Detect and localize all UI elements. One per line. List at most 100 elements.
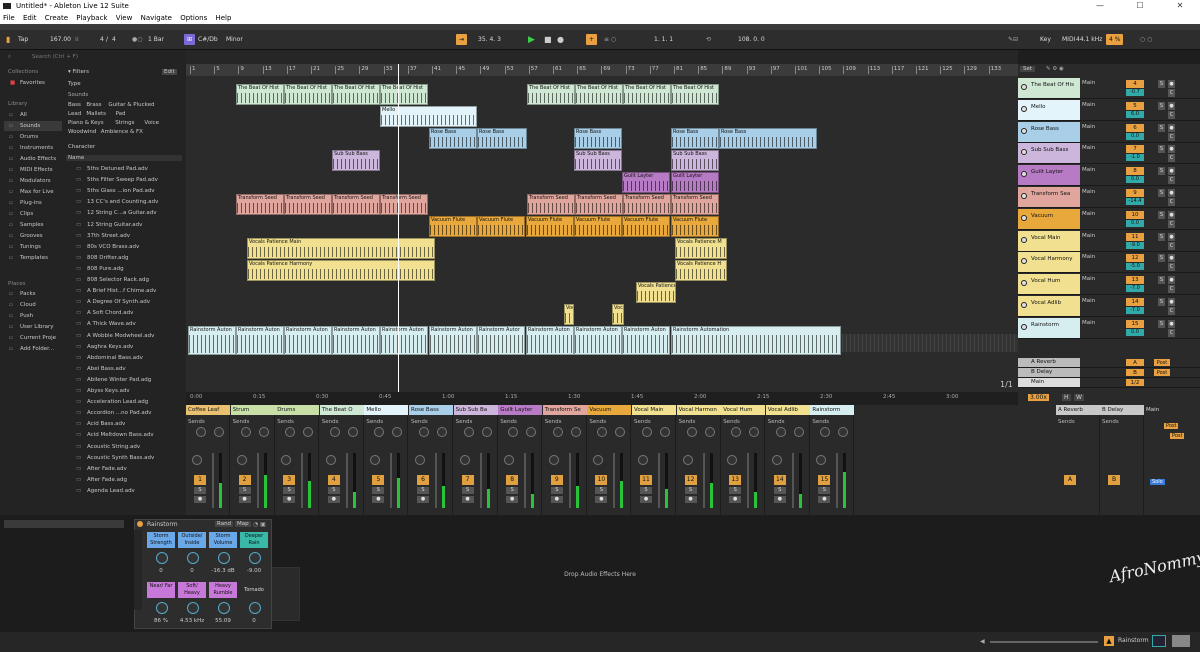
library-item-modulators[interactable]: Modulators bbox=[20, 178, 51, 184]
send-a-knob[interactable] bbox=[196, 427, 206, 437]
place-item[interactable]: Cloud bbox=[20, 302, 36, 308]
send-a-knob[interactable] bbox=[285, 427, 296, 437]
track-output-select[interactable]: Main bbox=[1082, 320, 1095, 326]
volume-fader[interactable] bbox=[390, 453, 393, 508]
quantization-select[interactable]: 1 Bar bbox=[148, 34, 164, 46]
library-item-midi-effects[interactable]: MIDI Effects bbox=[20, 167, 53, 173]
track-output-select[interactable]: Main bbox=[1082, 276, 1095, 282]
sound-tag[interactable]: Pad bbox=[116, 111, 126, 117]
return-a-name[interactable]: A Reverb bbox=[1056, 405, 1100, 415]
return-name[interactable]: A Reverb bbox=[1018, 358, 1080, 367]
solo-toggle[interactable]: S bbox=[506, 487, 519, 494]
sidebar-toggle-icon[interactable]: ▮ bbox=[6, 34, 10, 46]
macro-knob[interactable] bbox=[218, 602, 230, 614]
loop-icon[interactable]: ⟲ bbox=[706, 34, 711, 46]
track-name[interactable]: Vocal Adlib bbox=[1018, 296, 1080, 316]
arrangement-clip[interactable]: Rose Bass bbox=[719, 128, 817, 149]
channel-name[interactable]: Vocal Harmon bbox=[676, 405, 721, 415]
track-activator[interactable]: 12 bbox=[1126, 254, 1144, 263]
arm-toggle[interactable]: ● bbox=[684, 496, 697, 503]
browser-file-item[interactable]: Acid Meltdown Bass.adv bbox=[87, 432, 154, 438]
cue-toggle[interactable]: C bbox=[1168, 219, 1175, 228]
macro-knob[interactable] bbox=[249, 602, 261, 614]
track-volume[interactable]: 0.0 bbox=[1126, 132, 1144, 140]
return-activator[interactable]: B bbox=[1126, 369, 1144, 376]
library-item-instruments[interactable]: Instruments bbox=[20, 145, 53, 151]
browser-file-item[interactable]: Accordion ...no Pad.adv bbox=[87, 410, 152, 416]
track-activator[interactable]: 1 bbox=[194, 475, 206, 485]
track-activator[interactable]: 4 bbox=[327, 475, 340, 485]
browser-file-item[interactable]: Acoustic String.adv bbox=[87, 444, 140, 450]
place-item[interactable]: Push bbox=[20, 313, 33, 319]
track-output-select[interactable]: Main bbox=[1082, 298, 1095, 304]
track-activator[interactable]: 13 bbox=[729, 475, 742, 485]
menu-edit[interactable]: Edit bbox=[23, 14, 37, 22]
browser-file-item[interactable]: A Soft Chord.adv bbox=[87, 310, 133, 316]
sound-tag[interactable]: Woodwind bbox=[68, 129, 96, 135]
track-volume[interactable]: 0.0 bbox=[1126, 176, 1144, 184]
volume-fader[interactable] bbox=[568, 453, 571, 508]
arm-toggle[interactable]: ● bbox=[1168, 123, 1175, 132]
return-name[interactable]: B Delay bbox=[1018, 368, 1080, 377]
fit-height-button[interactable]: H bbox=[1062, 394, 1071, 401]
sound-tag[interactable]: Mallets bbox=[86, 111, 106, 117]
sound-tag[interactable]: Guitar & Plucked bbox=[108, 102, 154, 108]
volume-fader[interactable] bbox=[524, 453, 527, 508]
browser-file-item[interactable]: A Degree Of Synth.adv bbox=[87, 299, 150, 305]
track-fold-icon[interactable] bbox=[1021, 127, 1027, 134]
track-name[interactable]: Transform Sea bbox=[1018, 187, 1080, 207]
browser-file-item[interactable]: 80s VCO Brass.adv bbox=[87, 244, 139, 250]
library-item-tunings[interactable]: Tunings bbox=[20, 244, 41, 250]
tempo-field[interactable]: 167.00 bbox=[50, 34, 71, 46]
arrangement-clip[interactable]: Rainstorm Auton bbox=[332, 326, 380, 355]
solo-toggle[interactable]: S bbox=[595, 487, 608, 494]
volume-fader[interactable] bbox=[301, 453, 304, 508]
arm-toggle[interactable]: ● bbox=[1168, 210, 1175, 219]
track-activator[interactable]: 9 bbox=[550, 475, 563, 485]
track-activator[interactable]: 14 bbox=[1126, 298, 1144, 306]
track-output-select[interactable]: Main bbox=[1082, 233, 1095, 239]
track-fold-icon[interactable] bbox=[1021, 193, 1027, 199]
browser-file-item[interactable]: 37th Street.adv bbox=[87, 233, 130, 239]
pan-knob[interactable] bbox=[771, 455, 782, 465]
track-activator[interactable]: 7 bbox=[1126, 145, 1144, 154]
solo-toggle[interactable]: S bbox=[773, 487, 786, 494]
return-post-toggle[interactable]: Post bbox=[1154, 359, 1170, 366]
track-output-select[interactable]: Main bbox=[1082, 211, 1095, 217]
send-a-knob[interactable] bbox=[419, 427, 429, 437]
track-volume[interactable]: -9.0 bbox=[1126, 241, 1144, 249]
arm-toggle[interactable]: ● bbox=[1168, 101, 1175, 110]
arrangement-clip[interactable]: The Beat Of Hist bbox=[671, 84, 719, 105]
track-activator[interactable]: 3 bbox=[283, 475, 296, 485]
cue-toggle[interactable]: C bbox=[1168, 110, 1175, 119]
track-activator[interactable]: 6 bbox=[417, 475, 429, 485]
track-fold-icon[interactable] bbox=[1021, 302, 1027, 308]
sound-tag[interactable]: Bass bbox=[68, 102, 81, 108]
metronome-dots-icon[interactable]: ⁞⁞ bbox=[75, 34, 79, 46]
solo-toggle[interactable]: S bbox=[461, 487, 474, 494]
sound-tag[interactable]: Piano & Keys bbox=[68, 120, 104, 126]
send-b-knob[interactable] bbox=[838, 427, 849, 437]
send-b-knob[interactable] bbox=[660, 427, 670, 437]
pan-knob[interactable] bbox=[504, 455, 515, 465]
arrangement-clip[interactable]: Sub Sub Bass bbox=[332, 150, 380, 171]
pan-knob[interactable] bbox=[370, 455, 381, 465]
arm-toggle[interactable]: ● bbox=[372, 496, 385, 503]
library-item-audio-effects[interactable]: Audio Effects bbox=[20, 156, 56, 162]
send-b-knob[interactable] bbox=[749, 427, 760, 437]
arrangement-clip[interactable]: Sub Sub Bass bbox=[574, 150, 622, 171]
send-b-knob[interactable] bbox=[615, 427, 626, 437]
channel-name[interactable]: Vocal Adlib bbox=[765, 405, 810, 415]
arrangement-clip[interactable]: The Beat Of Hist bbox=[623, 84, 671, 105]
track-activator[interactable]: 7 bbox=[461, 475, 474, 485]
arm-toggle[interactable]: ● bbox=[640, 496, 652, 503]
sound-tag[interactable]: Brass bbox=[86, 102, 101, 108]
browser-file-item[interactable]: Aaghra Keys.adv bbox=[87, 344, 133, 350]
arm-toggle[interactable]: ● bbox=[194, 496, 206, 503]
arrangement-clip[interactable]: Vocals Patience bbox=[636, 282, 676, 303]
send-b-knob[interactable] bbox=[392, 427, 403, 437]
cue-toggle[interactable]: C bbox=[1168, 285, 1175, 294]
arrangement-clip[interactable]: Rainstorm Auton bbox=[526, 326, 574, 355]
arm-toggle[interactable]: ● bbox=[1168, 319, 1175, 328]
channel-name[interactable]: Transform Se bbox=[542, 405, 587, 415]
